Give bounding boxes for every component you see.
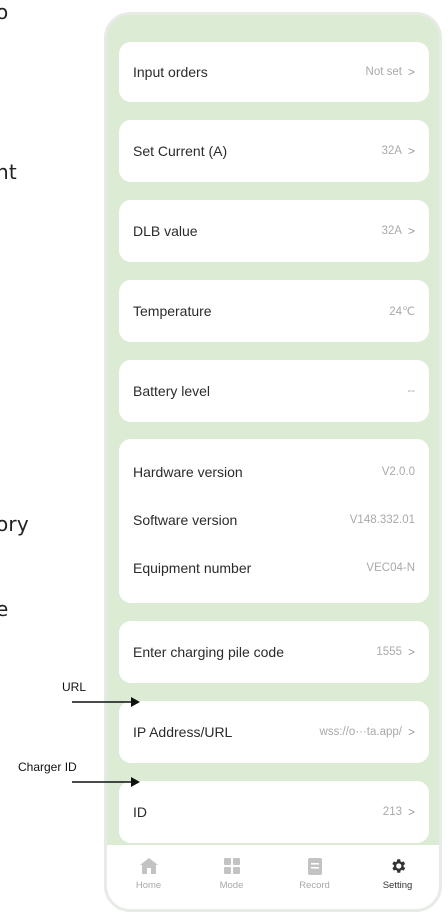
annotation-charger-id-label: Charger ID: [18, 760, 77, 774]
annotation-arrows: [72, 697, 140, 787]
